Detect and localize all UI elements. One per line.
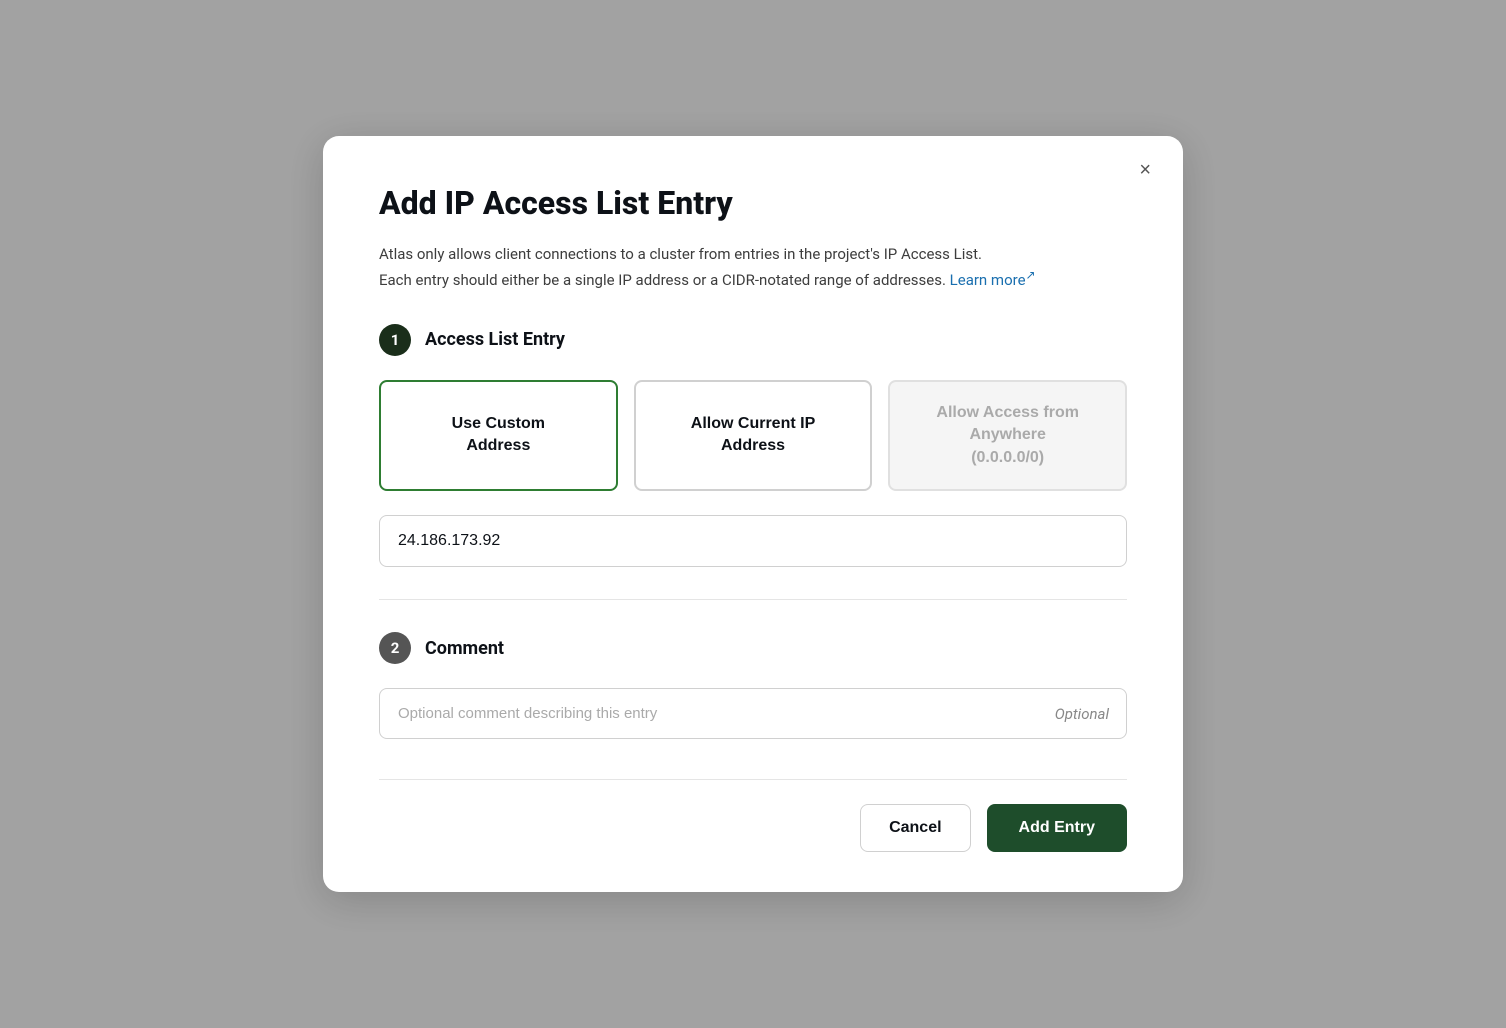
modal-footer: Cancel Add Entry — [379, 779, 1127, 852]
section2-badge: 2 — [379, 632, 411, 664]
close-button[interactable]: × — [1131, 156, 1159, 184]
option-allow-anywhere: Allow Access fromAnywhere(0.0.0.0/0) — [888, 380, 1127, 491]
section2-title: Comment — [425, 638, 504, 659]
learn-more-link[interactable]: Learn more↗ — [950, 271, 1036, 289]
section1-header: 1 Access List Entry — [379, 324, 1127, 356]
add-entry-button[interactable]: Add Entry — [987, 804, 1127, 852]
comment-input[interactable] — [379, 688, 1127, 739]
option-allow-current-ip[interactable]: Allow Current IPAddress — [634, 380, 873, 491]
section2-header: 2 Comment — [379, 632, 1127, 664]
section1-title: Access List Entry — [425, 329, 565, 350]
modal-description: Atlas only allows client connections to … — [379, 242, 1127, 292]
option-buttons-group: Use CustomAddress Allow Current IPAddres… — [379, 380, 1127, 491]
section-divider — [379, 599, 1127, 600]
ip-address-input[interactable] — [379, 515, 1127, 567]
external-link-icon: ↗ — [1026, 266, 1036, 285]
option-use-custom[interactable]: Use CustomAddress — [379, 380, 618, 491]
modal-dialog: × Add IP Access List Entry Atlas only al… — [323, 136, 1183, 892]
comment-field-wrapper: Optional — [379, 688, 1127, 739]
cancel-button[interactable]: Cancel — [860, 804, 970, 852]
modal-overlay: × Add IP Access List Entry Atlas only al… — [0, 0, 1506, 1028]
description-line2: Each entry should either be a single IP … — [379, 271, 946, 289]
description-line1: Atlas only allows client connections to … — [379, 245, 982, 263]
section1-badge: 1 — [379, 324, 411, 356]
modal-title: Add IP Access List Entry — [379, 184, 1127, 222]
